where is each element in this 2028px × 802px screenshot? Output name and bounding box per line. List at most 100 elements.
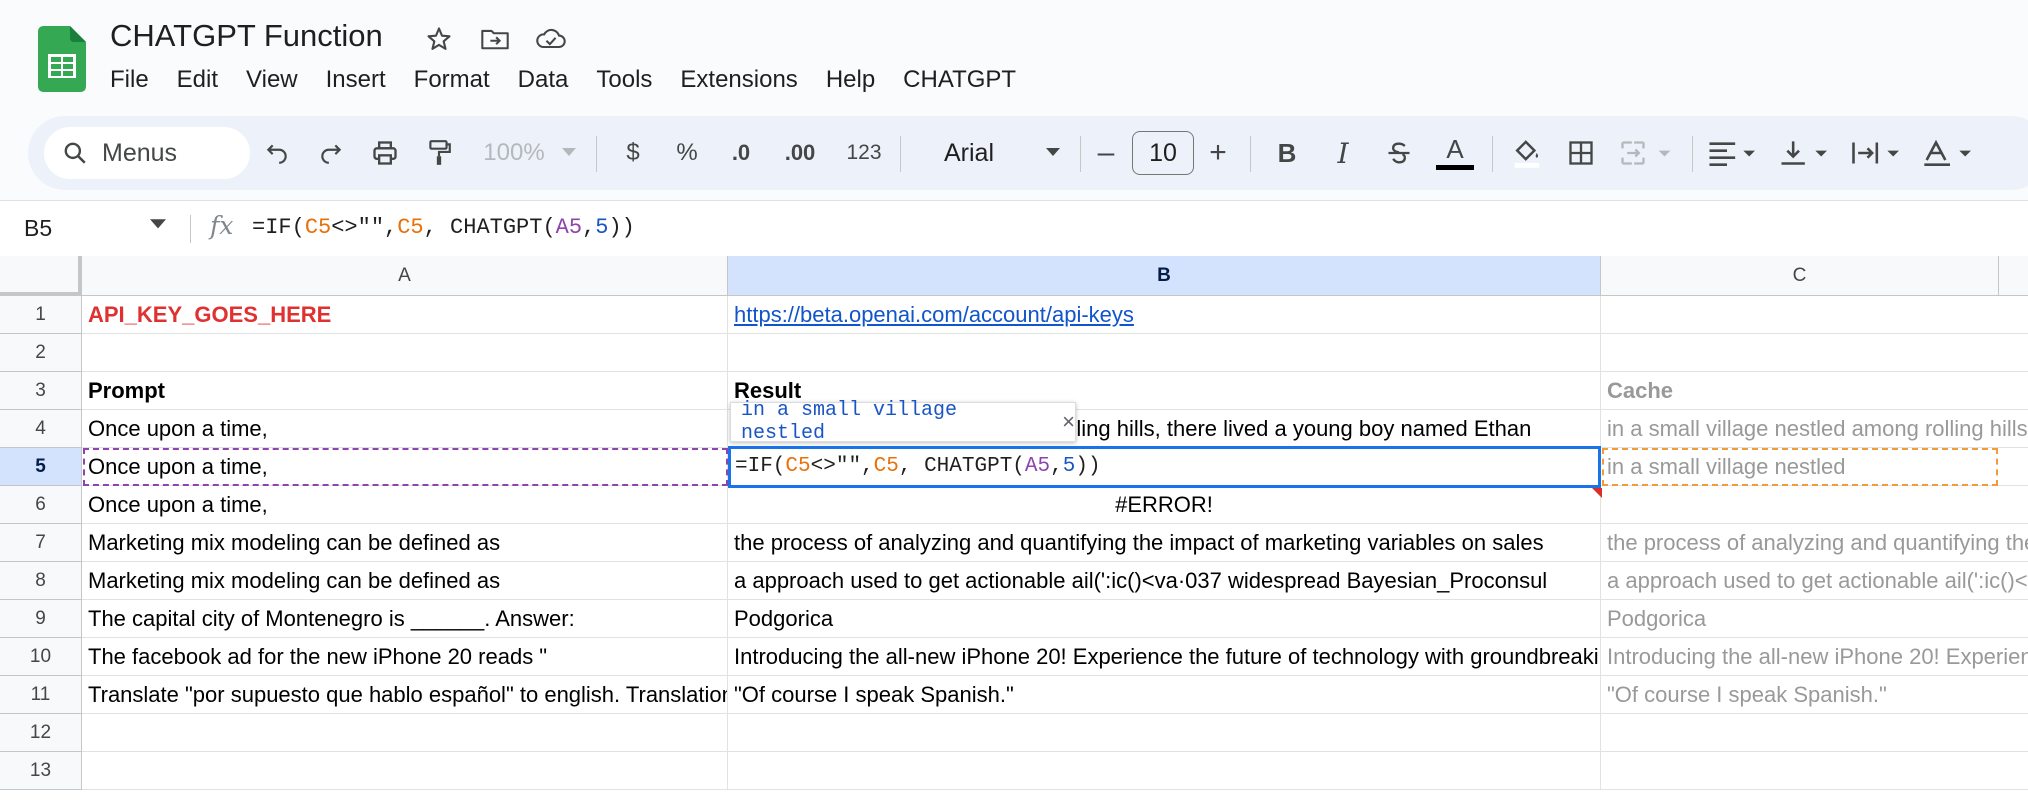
cell-b7[interactable]: the process of analyzing and quantifying… — [728, 524, 1601, 562]
active-cell-editor[interactable]: =IF(C5<>"",C5, CHATGPT(A5,5)) — [728, 446, 1601, 488]
borders-button[interactable] — [1558, 116, 1604, 190]
menu-chatgpt[interactable]: CHATGPT — [889, 64, 1030, 96]
row-header-4[interactable]: 4 — [0, 410, 82, 448]
row-header-7[interactable]: 7 — [0, 524, 82, 562]
increase-font-size-button[interactable]: + — [1198, 116, 1238, 190]
cell-c8[interactable]: a approach used to get actionable ail(':… — [1601, 562, 2028, 600]
select-all-corner[interactable] — [0, 256, 82, 296]
cell-a4[interactable]: Once upon a time, — [82, 410, 728, 448]
print-button[interactable] — [362, 116, 408, 190]
cell-c9[interactable]: Podgorica — [1601, 600, 2028, 638]
cell-a13[interactable] — [82, 752, 728, 790]
formula-input[interactable]: =IF(C5<>"",C5, CHATGPT(A5,5)) — [252, 215, 635, 240]
text-color-button[interactable]: A — [1430, 116, 1480, 190]
menu-help[interactable]: Help — [812, 64, 889, 96]
cell-c6[interactable] — [1601, 486, 2028, 524]
search-menus-input[interactable]: Menus — [44, 127, 250, 179]
cell-a10[interactable]: The facebook ad for the new iPhone 20 re… — [82, 638, 728, 676]
vertical-align-button[interactable] — [1774, 116, 1838, 190]
decrease-decimal-button[interactable]: .0 — [716, 116, 766, 190]
number-format-button[interactable]: 123 — [834, 116, 894, 190]
cell-c4[interactable]: in a small village nestled among rolling… — [1601, 410, 2028, 448]
menu-data[interactable]: Data — [504, 64, 583, 96]
increase-decimal-button[interactable]: .00 — [772, 116, 828, 190]
cell-b8[interactable]: a approach used to get actionable ail(':… — [728, 562, 1601, 600]
italic-button[interactable]: I — [1320, 116, 1366, 190]
menu-format[interactable]: Format — [400, 64, 504, 96]
move-folder-icon[interactable] — [478, 22, 512, 56]
row-header-11[interactable]: 11 — [0, 676, 82, 714]
cell-c1[interactable] — [1601, 296, 2028, 334]
cell-a5[interactable]: Once upon a time, — [82, 448, 728, 486]
cell-c12[interactable] — [1601, 714, 2028, 752]
strikethrough-button[interactable] — [1376, 116, 1422, 190]
cell-c13[interactable] — [1601, 752, 2028, 790]
row-header-10[interactable]: 10 — [0, 638, 82, 676]
name-box[interactable]: B5 — [24, 215, 52, 242]
paint-format-button[interactable] — [416, 116, 462, 190]
merge-cells-button[interactable] — [1612, 116, 1682, 190]
cell-a12[interactable] — [82, 714, 728, 752]
menu-file[interactable]: File — [96, 64, 163, 96]
cell-a8[interactable]: Marketing mix modeling can be defined as — [82, 562, 728, 600]
menu-insert[interactable]: Insert — [312, 64, 400, 96]
cell-b10[interactable]: Introducing the all-new iPhone 20! Exper… — [728, 638, 1601, 676]
menu-extensions[interactable]: Extensions — [666, 64, 811, 96]
cell-a9[interactable]: The capital city of Montenegro is ______… — [82, 600, 728, 638]
cell-b2[interactable] — [728, 334, 1601, 372]
cell-a6[interactable]: Once upon a time, — [82, 486, 728, 524]
column-header-b[interactable]: B — [728, 256, 1601, 296]
cell-b12[interactable] — [728, 714, 1601, 752]
horizontal-align-button[interactable] — [1702, 116, 1766, 190]
cell-a3[interactable]: Prompt — [82, 372, 728, 410]
cell-c11[interactable]: "Of course I speak Spanish." — [1601, 676, 2028, 714]
error-indicator-icon[interactable] — [1592, 488, 1602, 498]
cell-c7[interactable]: the process of analyzing and quantifying… — [1601, 524, 2028, 562]
cell-a7[interactable]: Marketing mix modeling can be defined as — [82, 524, 728, 562]
zoom-select[interactable]: 100% — [466, 116, 562, 190]
menu-view[interactable]: View — [232, 64, 312, 96]
menu-edit[interactable]: Edit — [163, 64, 232, 96]
sheets-logo-icon[interactable] — [38, 26, 86, 92]
row-header-12[interactable]: 12 — [0, 714, 82, 752]
document-title[interactable]: CHATGPT Function — [110, 18, 383, 54]
cell-c2[interactable] — [1601, 334, 2028, 372]
undo-button[interactable] — [254, 116, 300, 190]
row-header-6[interactable]: 6 — [0, 486, 82, 524]
star-icon[interactable] — [422, 22, 456, 56]
menu-tools[interactable]: Tools — [582, 64, 666, 96]
cell-c3[interactable]: Cache — [1601, 372, 2028, 410]
column-header-d[interactable] — [1999, 256, 2028, 296]
cell-b13[interactable] — [728, 752, 1601, 790]
text-wrapping-button[interactable] — [1846, 116, 1910, 190]
row-header-13[interactable]: 13 — [0, 752, 82, 790]
row-header-2[interactable]: 2 — [0, 334, 82, 372]
cell-a1[interactable]: API_KEY_GOES_HERE — [82, 296, 728, 334]
currency-format-button[interactable]: $ — [608, 116, 658, 190]
percent-format-button[interactable]: % — [662, 116, 712, 190]
redo-button[interactable] — [308, 116, 354, 190]
font-size-input[interactable]: 10 — [1132, 131, 1194, 175]
tooltip-close-icon[interactable]: × — [1062, 409, 1075, 435]
cell-b11[interactable]: "Of course I speak Spanish." — [728, 676, 1601, 714]
row-header-3[interactable]: 3 — [0, 372, 82, 410]
bold-button[interactable]: B — [1264, 116, 1310, 190]
text-rotation-button[interactable] — [1918, 116, 1982, 190]
cell-b9[interactable]: Podgorica — [728, 600, 1601, 638]
cell-b1[interactable]: https://beta.openai.com/account/api-keys — [728, 296, 1601, 334]
cell-a11[interactable]: Translate "por supuesto que hablo españo… — [82, 676, 728, 714]
column-header-a[interactable]: A — [82, 256, 728, 296]
cell-a2[interactable] — [82, 334, 728, 372]
cell-c5[interactable]: in a small village nestled — [1601, 448, 2028, 486]
column-header-c[interactable]: C — [1601, 256, 1999, 296]
cloud-saved-icon[interactable] — [534, 22, 568, 56]
row-header-5[interactable]: 5 — [0, 448, 82, 486]
row-header-1[interactable]: 1 — [0, 296, 82, 334]
fill-color-button[interactable] — [1502, 116, 1552, 190]
row-header-8[interactable]: 8 — [0, 562, 82, 600]
cell-b6[interactable]: #ERROR! — [728, 486, 1601, 524]
decrease-font-size-button[interactable]: – — [1086, 116, 1126, 190]
cell-c10[interactable]: Introducing the all-new iPhone 20! Exper… — [1601, 638, 2028, 676]
row-header-9[interactable]: 9 — [0, 600, 82, 638]
name-box-caret-icon[interactable] — [150, 219, 166, 231]
